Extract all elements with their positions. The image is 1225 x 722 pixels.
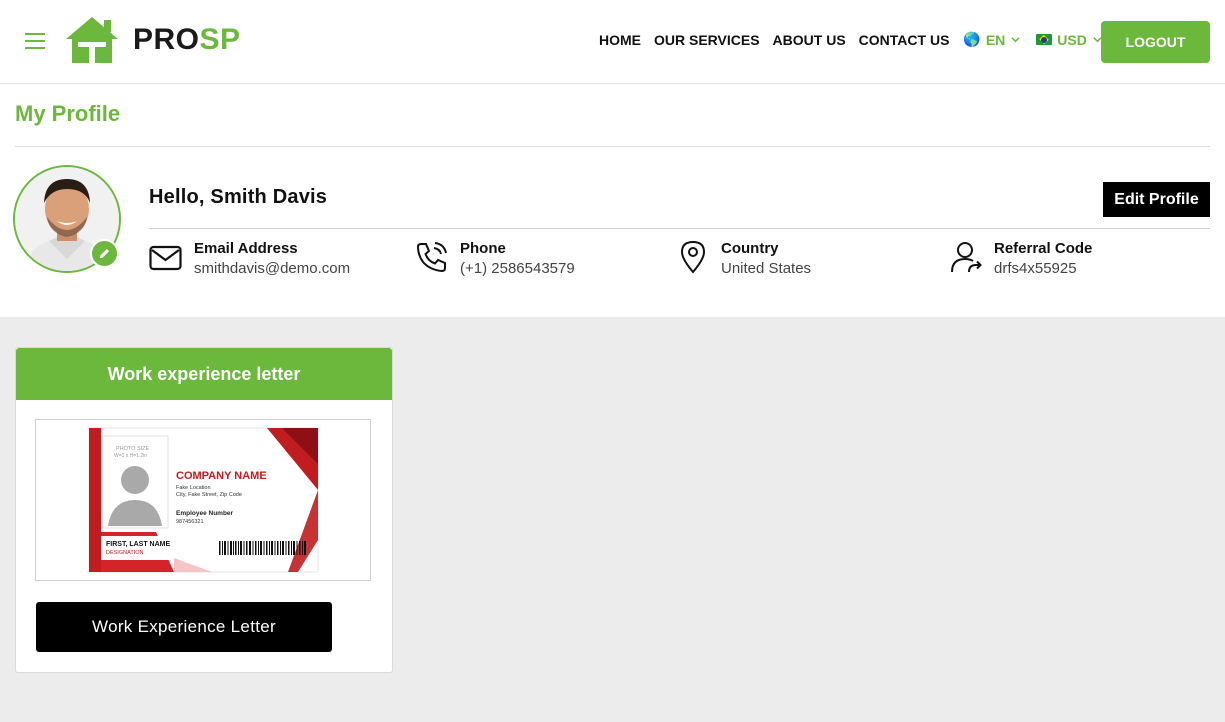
preview-address-1: Fake Location [176, 485, 211, 491]
photo-size-value: W=1 x H=1.2in [114, 453, 147, 459]
referral-info: Referral Code drfs4x55925 [949, 240, 1092, 280]
globe-icon: 🌎 [963, 31, 981, 47]
language-selector[interactable]: 🌎 EN [963, 31, 1020, 48]
id-card-preview[interactable]: PHOTO SIZE W=1 x H=1.2in COMPANY NAME Fa… [35, 419, 371, 581]
pencil-icon [99, 248, 110, 259]
work-experience-letter-label: Work Experience Letter [92, 617, 276, 636]
main-nav: HOME OUR SERVICES ABOUT US CONTACT US 🌎 … [599, 31, 1102, 48]
work-experience-letter-button[interactable]: Work Experience Letter [36, 602, 332, 652]
divider [149, 228, 1210, 229]
phone-icon [416, 242, 447, 273]
phone-label: Phone [460, 240, 506, 257]
top-header: PROSP HOME OUR SERVICES ABOUT US CONTACT… [0, 0, 1225, 84]
edit-avatar-button[interactable] [90, 239, 119, 268]
divider [15, 146, 1210, 147]
profile-greeting: Hello, Smith Davis [149, 186, 328, 208]
hamburger-menu-icon[interactable] [25, 33, 45, 49]
logout-button[interactable]: LOGOUT [1101, 21, 1210, 63]
chevron-down-icon [1011, 37, 1020, 43]
brand-wordmark: PROSP [133, 23, 241, 57]
phone-value: (+1) 2586543579 [460, 260, 575, 277]
document-card: Work experience letter PHOTO SIZE W=1 x … [15, 347, 393, 673]
brand-name-part1: PRO [133, 23, 200, 56]
phone-info: Phone (+1) 2586543579 [415, 240, 575, 280]
preview-address-2: City, Fake Street, Zip Code [176, 492, 242, 498]
preview-designation: DESIGNATION [106, 550, 144, 556]
brand-logo[interactable]: PROSP [64, 14, 241, 66]
preview-employee-number: 987456321 [176, 519, 204, 525]
brazil-flag-icon [1036, 34, 1053, 45]
preview-person-name: FIRST, LAST NAME [106, 541, 170, 548]
preview-employee-label: Employee Number [176, 510, 234, 517]
house-logo-icon [66, 17, 118, 63]
country-label: Country [721, 240, 779, 257]
nav-contact-us[interactable]: CONTACT US [859, 32, 950, 48]
email-label: Email Address [194, 240, 298, 257]
email-info: Email Address smithdavis@demo.com [149, 240, 350, 280]
language-value: EN [985, 31, 1006, 48]
edit-profile-button[interactable]: Edit Profile [1103, 182, 1210, 217]
currency-selector[interactable]: USD [1036, 32, 1102, 48]
envelope-icon [149, 245, 182, 271]
country-value: United States [721, 260, 812, 277]
id-card-image: PHOTO SIZE W=1 x H=1.2in COMPANY NAME Fa… [36, 420, 370, 580]
nav-our-services[interactable]: OUR SERVICES [654, 32, 760, 48]
brand-name-part2: SP [199, 23, 241, 56]
referral-label: Referral Code [994, 240, 1093, 257]
country-info: Country United States [676, 240, 811, 280]
location-pin-icon [680, 240, 706, 274]
currency-value: USD [1057, 31, 1087, 48]
nav-home[interactable]: HOME [599, 32, 641, 48]
card-title: Work experience letter [16, 348, 392, 400]
nav-about-us[interactable]: ABOUT US [773, 32, 846, 48]
photo-size-caption: PHOTO SIZE [116, 446, 150, 452]
email-value: smithdavis@demo.com [194, 260, 351, 277]
user-share-icon [951, 242, 982, 273]
preview-company-name: COMPANY NAME [176, 470, 267, 482]
page-title: My Profile [15, 101, 121, 126]
referral-value: drfs4x55925 [994, 260, 1077, 277]
